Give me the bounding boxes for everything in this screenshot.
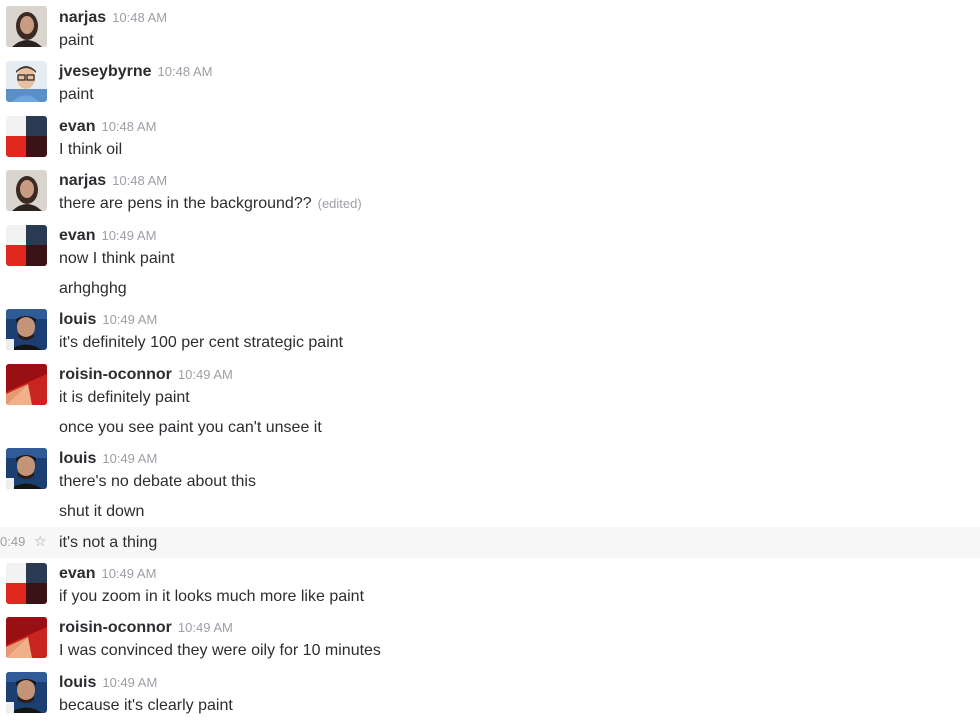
avatar-narjas[interactable]: [6, 6, 47, 47]
hover-timestamp[interactable]: 0:49: [0, 534, 25, 550]
message-text: paint: [59, 32, 94, 49]
username[interactable]: evan: [59, 565, 95, 582]
username[interactable]: evan: [59, 118, 95, 135]
message-text: arhghghg: [59, 280, 127, 297]
message-text: it's definitely 100 per cent strategic p…: [59, 334, 344, 351]
message-text: I was convinced they were oily for 10 mi…: [59, 642, 381, 659]
message-text: it's not a thing: [59, 534, 158, 551]
avatar-louis[interactable]: [6, 309, 47, 350]
message-text: shut it down: [59, 503, 145, 520]
avatar-roisin-oconnor[interactable]: [6, 617, 47, 658]
avatar-louis[interactable]: [6, 448, 47, 489]
avatar-louis[interactable]: [6, 672, 47, 713]
timestamp[interactable]: 10:48 AM: [112, 173, 167, 188]
username[interactable]: louis: [59, 311, 96, 328]
avatar-evan[interactable]: [6, 225, 47, 266]
username[interactable]: narjas: [59, 172, 106, 189]
username[interactable]: jveseybyrne: [59, 63, 152, 80]
username[interactable]: louis: [59, 450, 96, 467]
message-text: if you zoom in it looks much more like p…: [59, 588, 365, 605]
avatar-evan[interactable]: [6, 563, 47, 604]
avatar-narjas[interactable]: [6, 170, 47, 211]
username[interactable]: evan: [59, 227, 95, 244]
username[interactable]: narjas: [59, 9, 106, 26]
message-text: there are pens in the background??: [59, 195, 312, 212]
timestamp[interactable]: 10:49 AM: [178, 367, 233, 382]
username[interactable]: louis: [59, 674, 96, 691]
timestamp[interactable]: 10:48 AM: [112, 10, 167, 25]
message-text: because it's clearly paint: [59, 697, 233, 714]
avatar-roisin-oconnor[interactable]: [6, 364, 47, 405]
avatar-evan[interactable]: [6, 116, 47, 157]
message-text: now I think paint: [59, 250, 175, 267]
message-text: there's no debate about this: [59, 473, 256, 490]
timestamp[interactable]: 10:49 AM: [102, 451, 157, 466]
timestamp[interactable]: 10:49 AM: [101, 566, 156, 581]
star-icon[interactable]: ☆: [34, 532, 47, 550]
username[interactable]: roisin-oconnor: [59, 619, 172, 636]
edited-label: (edited): [317, 196, 362, 211]
message-text: I think oil: [59, 141, 123, 158]
message-text: paint: [59, 86, 94, 103]
timestamp[interactable]: 10:49 AM: [101, 228, 156, 243]
message-text-row: there are pens in the background?? (edite…: [59, 194, 362, 214]
avatar-jveseybyrne[interactable]: [6, 61, 47, 102]
timestamp[interactable]: 10:49 AM: [102, 312, 157, 327]
message-text: it is definitely paint: [59, 389, 190, 406]
username[interactable]: roisin-oconnor: [59, 366, 172, 383]
timestamp[interactable]: 10:49 AM: [102, 675, 157, 690]
timestamp[interactable]: 10:48 AM: [158, 64, 213, 79]
timestamp[interactable]: 10:49 AM: [178, 620, 233, 635]
timestamp[interactable]: 10:48 AM: [101, 119, 156, 134]
message-text: once you see paint you can't unsee it: [59, 419, 322, 436]
